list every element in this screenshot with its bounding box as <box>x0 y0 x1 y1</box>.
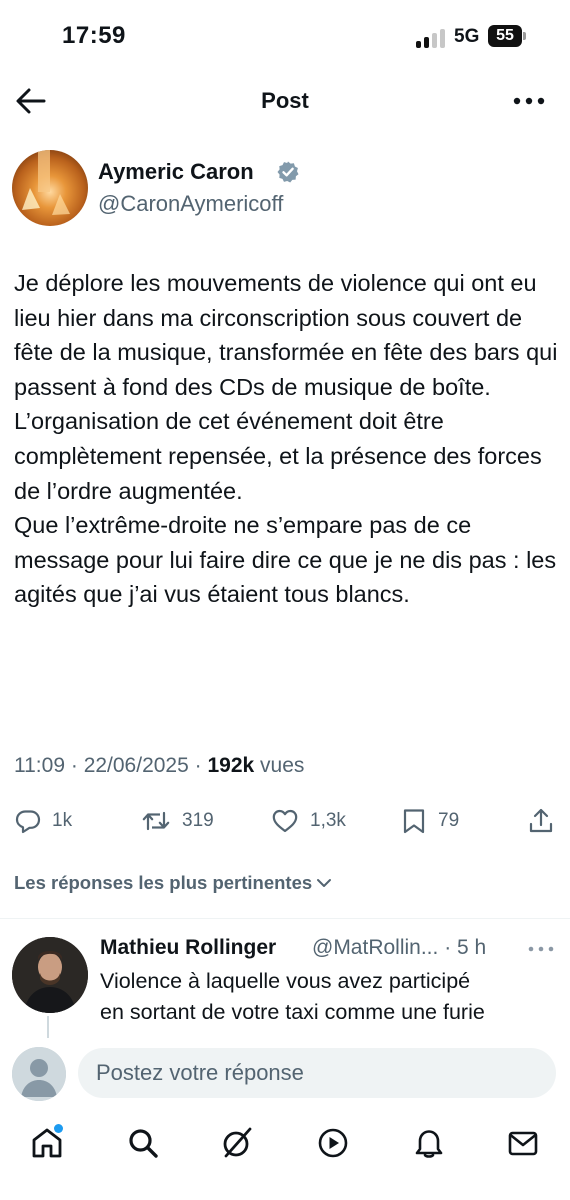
bookmark-button[interactable]: 79 <box>400 803 459 839</box>
tweet-paragraph: Je déplore les mouvements de violence qu… <box>14 270 558 400</box>
battery-icon: 55 <box>488 25 528 49</box>
reply-author-handle: @MatRollin... · 5 h <box>312 936 486 960</box>
verified-badge-icon <box>276 160 300 184</box>
default-avatar-icon <box>12 1047 66 1101</box>
author-name[interactable]: Aymeric Caron <box>98 159 254 185</box>
page-title: Post <box>261 88 309 113</box>
reply-more-button[interactable] <box>527 942 555 956</box>
more-icon <box>513 97 545 105</box>
bell-icon <box>415 1130 443 1158</box>
chevron-down-icon <box>317 879 332 887</box>
grok-icon <box>223 1127 252 1158</box>
battery-level: 55 <box>488 25 522 47</box>
share-button[interactable] <box>527 803 555 839</box>
thread-line <box>47 1016 49 1038</box>
meta-separator: · <box>194 754 202 777</box>
search-icon <box>129 1129 158 1158</box>
views-label: vues <box>260 754 305 777</box>
reply-author-name[interactable]: Mathieu Rollinger <box>100 936 276 960</box>
tweet-paragraph: Que l’extrême-droite ne s’empare pas de … <box>14 512 557 608</box>
reply-line: en sortant de votre taxi comme une furie <box>100 1000 485 1024</box>
heart-icon <box>272 809 298 833</box>
network-label: 5G <box>454 26 480 47</box>
nav-grok[interactable] <box>220 1126 254 1162</box>
nav-messages[interactable] <box>506 1126 540 1162</box>
reply-text: Violence à laquelle vous avez participé … <box>100 966 560 1028</box>
repost-button[interactable]: 319 <box>140 803 214 839</box>
reply-count: 1k <box>52 810 73 831</box>
share-icon <box>529 808 553 833</box>
repost-icon <box>142 811 170 831</box>
more-options-button[interactable] <box>512 90 546 112</box>
reply-avatar-image <box>12 937 88 1013</box>
nav-notifications[interactable] <box>412 1126 446 1162</box>
views-count: 192k <box>207 754 255 777</box>
tweet-date: 22/06/2025 <box>83 754 189 777</box>
meta-separator: · <box>70 754 78 777</box>
reply-input[interactable]: Postez votre réponse <box>78 1048 556 1098</box>
tweet-paragraph: L’organisation de cet événement doit êtr… <box>14 408 542 504</box>
bookmark-icon <box>403 809 425 834</box>
nav-search[interactable] <box>126 1126 160 1162</box>
replies-sort-dropdown[interactable]: Les réponses les plus pertinentes <box>14 872 334 894</box>
divider <box>0 918 570 919</box>
signal-icon <box>416 28 446 48</box>
author-avatar[interactable] <box>12 150 88 226</box>
avatar-image <box>12 150 88 226</box>
tweet-meta: 11:09 · 22/06/2025 · 192k vues <box>14 754 304 778</box>
reply-button[interactable]: 1k <box>14 803 72 839</box>
author-handle[interactable]: @CaronAymericoff <box>98 191 283 217</box>
more-icon <box>528 946 554 952</box>
status-time: 17:59 <box>62 22 126 49</box>
reply-line: Violence à laquelle vous avez participé <box>100 969 471 993</box>
nav-video[interactable] <box>316 1126 350 1162</box>
like-count: 1,3k <box>310 810 346 831</box>
mail-icon <box>508 1131 538 1156</box>
play-icon <box>318 1128 348 1158</box>
user-avatar[interactable] <box>12 1047 66 1101</box>
like-button[interactable]: 1,3k <box>270 803 346 839</box>
replies-sort-label: Les réponses les plus pertinentes <box>14 872 313 893</box>
reply-time: · 5 h <box>444 936 487 959</box>
reply-handle[interactable]: @MatRollin... <box>312 936 438 959</box>
tweet-text: Je déplore les mouvements de violence qu… <box>14 266 559 612</box>
bookmark-count: 79 <box>438 810 460 831</box>
repost-count: 319 <box>182 810 214 831</box>
notification-dot <box>54 1124 63 1133</box>
tweet-time: 11:09 <box>14 754 65 777</box>
reply-icon <box>15 810 41 834</box>
reply-avatar[interactable] <box>12 937 88 1013</box>
